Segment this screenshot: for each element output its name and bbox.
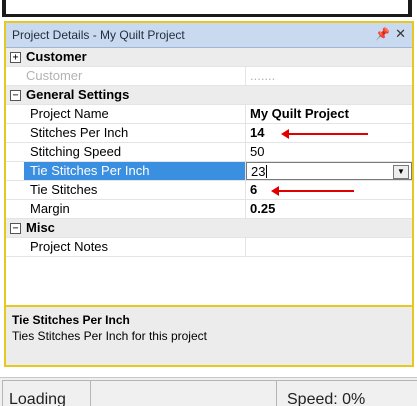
- property-value[interactable]: .......: [246, 67, 412, 85]
- panel-titlebar[interactable]: Project Details - My Quilt Project 📌 ✕: [6, 23, 412, 48]
- project-details-panel: Project Details - My Quilt Project 📌 ✕ +…: [4, 21, 414, 367]
- description-pane: Tie Stitches Per Inch Ties Stitches Per …: [6, 305, 412, 365]
- property-name: Project Name: [24, 105, 246, 123]
- property-value[interactable]: 0.25: [246, 200, 412, 218]
- property-name: Stitching Speed: [24, 143, 246, 161]
- status-loading-text: Loading: [9, 391, 66, 406]
- close-icon[interactable]: ✕: [395, 26, 406, 42]
- annotation-arrow: [271, 186, 354, 196]
- category-general-settings[interactable]: − General Settings: [6, 86, 412, 105]
- category-label: Customer: [26, 49, 87, 64]
- pin-icon[interactable]: 📌: [375, 27, 390, 41]
- category-label: General Settings: [26, 87, 130, 102]
- property-value-editor[interactable]: 23 ▼: [246, 162, 412, 180]
- collapse-icon[interactable]: −: [10, 90, 21, 101]
- status-pane-right: Speed: 0%: [276, 380, 417, 406]
- property-row-stitches-per-inch[interactable]: Stitches Per Inch 14: [6, 124, 412, 143]
- text-caret: [266, 165, 268, 178]
- property-name: Tie Stitches: [24, 181, 246, 199]
- property-row-customer[interactable]: Customer .......: [6, 67, 412, 86]
- status-bar: Loading Speed: 0%: [0, 377, 417, 406]
- window-top-frame: [0, 0, 417, 20]
- panel-title: Project Details - My Quilt Project: [12, 28, 185, 42]
- property-value-text[interactable]: 23: [251, 164, 265, 179]
- status-speed-text: Speed: 0%: [287, 391, 366, 406]
- frame-inner: [6, 0, 408, 14]
- category-customer[interactable]: + Customer: [6, 48, 412, 67]
- property-row-project-notes[interactable]: Project Notes: [6, 238, 412, 257]
- description-heading: Tie Stitches Per Inch: [12, 313, 130, 327]
- property-value[interactable]: 50: [246, 143, 412, 161]
- category-label: Misc: [26, 220, 55, 235]
- property-row-tie-stitches-per-inch[interactable]: Tie Stitches Per Inch 23 ▼: [6, 162, 412, 181]
- status-pane-middle: [90, 380, 276, 406]
- property-row-tie-stitches[interactable]: Tie Stitches 6: [6, 181, 412, 200]
- expand-icon[interactable]: +: [10, 52, 21, 63]
- property-value[interactable]: My Quilt Project: [246, 105, 412, 123]
- property-row-stitching-speed[interactable]: Stitching Speed 50: [6, 143, 412, 162]
- collapse-icon[interactable]: −: [10, 223, 21, 234]
- property-grid: + Customer Customer ....... − General Se…: [6, 48, 412, 288]
- property-value[interactable]: [246, 238, 412, 256]
- property-row-margin[interactable]: Margin 0.25: [6, 200, 412, 219]
- dropdown-arrow-icon[interactable]: ▼: [393, 165, 409, 179]
- property-name: Project Notes: [24, 238, 246, 256]
- property-row-project-name[interactable]: Project Name My Quilt Project: [6, 105, 412, 124]
- property-name: Stitches Per Inch: [24, 124, 246, 142]
- category-misc[interactable]: − Misc: [6, 219, 412, 238]
- status-pane-left: Loading: [2, 380, 90, 406]
- property-name: Margin: [24, 200, 246, 218]
- description-text: Ties Stitches Per Inch for this project: [12, 329, 207, 343]
- property-name: Customer: [24, 67, 246, 85]
- property-name: Tie Stitches Per Inch: [24, 162, 246, 180]
- annotation-arrow: [281, 129, 368, 139]
